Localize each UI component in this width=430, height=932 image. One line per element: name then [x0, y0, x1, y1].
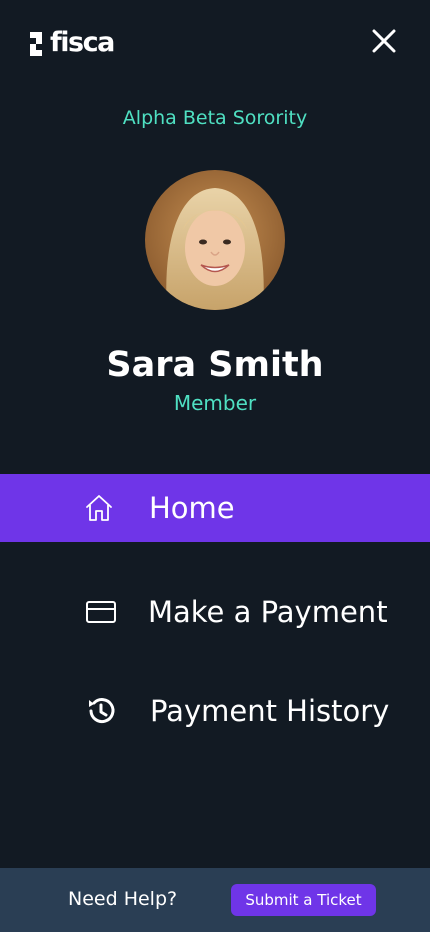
need-help-label: Need Help?: [68, 888, 178, 910]
nav-item-payment-history[interactable]: Payment History: [0, 677, 430, 745]
help-footer: Need Help? Submit a Ticket: [0, 868, 430, 932]
nav-label-make-payment: Make a Payment: [148, 595, 388, 629]
credit-card-icon: [84, 595, 118, 629]
nav-label-payment-history: Payment History: [150, 694, 390, 728]
avatar: [145, 170, 285, 310]
user-name: Sara Smith: [106, 345, 324, 385]
organization-name: Alpha Beta Sorority: [122, 107, 308, 129]
navigation-drawer: fisca Alpha Beta Sorority Sara Smith Mem…: [0, 0, 430, 932]
submit-ticket-button[interactable]: Submit a Ticket: [231, 884, 376, 916]
close-icon: [372, 29, 396, 53]
nav-item-home[interactable]: Home: [0, 474, 430, 542]
home-icon: [82, 491, 116, 525]
logo-text: fisca: [50, 27, 115, 58]
nav-label-home: Home: [149, 491, 235, 525]
profile-photo: [145, 170, 285, 310]
logo-mark-icon: [30, 29, 46, 57]
close-button[interactable]: [368, 25, 400, 57]
history-icon: [84, 694, 118, 728]
nav-item-make-payment[interactable]: Make a Payment: [0, 578, 430, 646]
fisca-logo[interactable]: fisca: [30, 27, 115, 58]
user-role: Member: [173, 391, 257, 415]
